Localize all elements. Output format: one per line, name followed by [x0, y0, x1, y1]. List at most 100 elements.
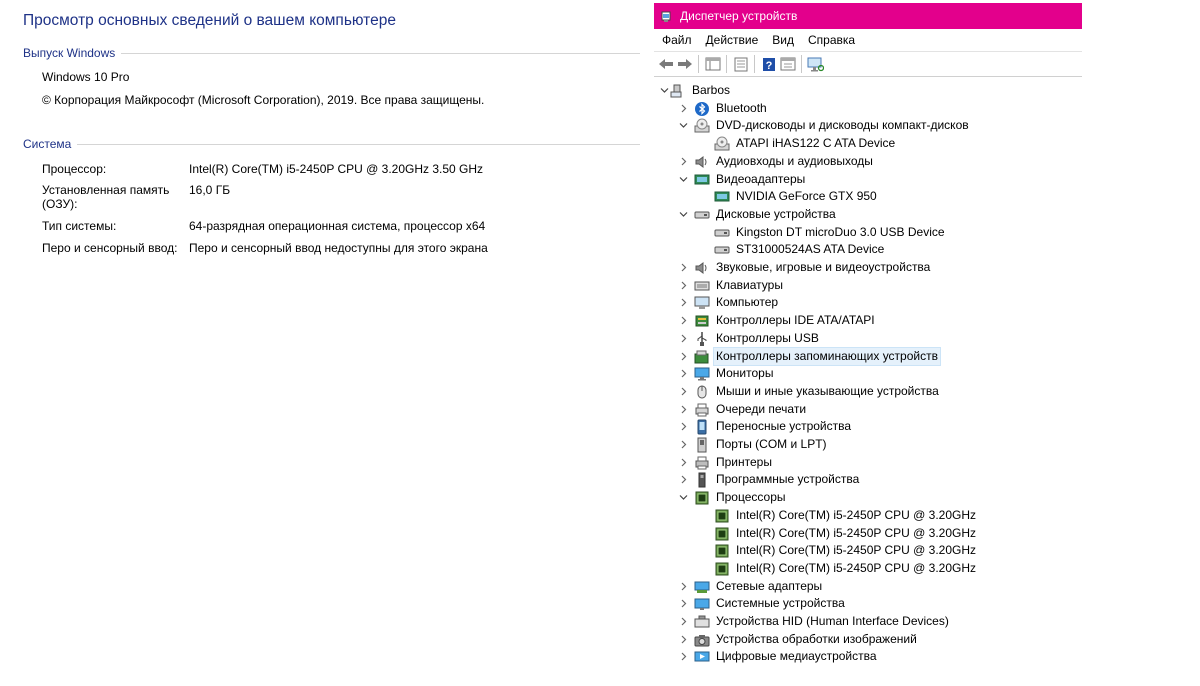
tree-device[interactable]: NVIDIA GeForce GTX 950	[714, 188, 879, 205]
device-manager-icon	[660, 10, 672, 22]
tree-item-label: Контроллеры USB	[716, 331, 819, 345]
tree-item-label: Программные устройства	[716, 472, 860, 486]
properties-button[interactable]	[731, 55, 750, 74]
menu-help[interactable]: Справка	[801, 31, 862, 50]
tree-category[interactable]: Системные устройства	[677, 595, 847, 612]
system-device-icon	[694, 596, 710, 612]
menu-action[interactable]: Действие	[699, 31, 766, 50]
title-bar[interactable]: Диспетчер устройств	[654, 3, 1082, 29]
storage-controller-icon	[694, 349, 710, 365]
windows-edition: Windows 10 Pro	[42, 70, 130, 84]
tree-root[interactable]: Barbos	[658, 82, 732, 99]
tree-device[interactable]: Kingston DT microDuo 3.0 USB Device	[714, 224, 947, 241]
view-button[interactable]	[778, 55, 797, 74]
tree-category[interactable]: Переносные устройства	[677, 418, 853, 435]
hid-icon	[694, 614, 710, 630]
chevron-down-icon[interactable]	[677, 117, 689, 134]
tree-device[interactable]: Intel(R) Core(TM) i5-2450P CPU @ 3.20GHz	[714, 507, 978, 524]
chevron-down-icon[interactable]	[677, 171, 689, 188]
tree-category[interactable]: Компьютер	[677, 294, 780, 311]
back-button[interactable]	[656, 55, 675, 74]
portable-device-icon	[694, 419, 710, 435]
tree-item-label: Звуковые, игровые и видеоустройства	[716, 260, 931, 274]
tree-category[interactable]: Контроллеры запоминающих устройств	[677, 347, 941, 366]
tree-category[interactable]: Bluetooth	[677, 100, 769, 117]
pen-touch-label: Перо и сенсорный ввод:	[42, 241, 178, 255]
chevron-right-icon[interactable]	[677, 613, 689, 630]
tree-device[interactable]: ATAPI iHAS122 C ATA Device	[714, 135, 897, 152]
toolbar-separator	[698, 55, 699, 73]
tree-item-label: Компьютер	[716, 295, 779, 309]
chevron-right-icon[interactable]	[677, 365, 689, 382]
chevron-right-icon[interactable]	[677, 100, 689, 117]
tree-item-label: Устройства обработки изображений	[716, 632, 917, 646]
system-type-label: Тип системы:	[42, 219, 117, 233]
chevron-right-icon[interactable]	[677, 454, 689, 471]
chevron-right-icon[interactable]	[677, 418, 689, 435]
chevron-right-icon[interactable]	[677, 436, 689, 453]
disk-drive-icon	[714, 242, 730, 258]
console-tree-button[interactable]	[703, 55, 722, 74]
tree-category[interactable]: Цифровые медиаустройства	[677, 648, 879, 665]
back-arrow-icon	[658, 59, 673, 69]
tree-device[interactable]: ST31000524AS ATA Device	[714, 241, 886, 258]
chevron-down-icon[interactable]	[677, 206, 689, 223]
tree-category[interactable]: Клавиатуры	[677, 277, 785, 294]
chevron-right-icon[interactable]	[677, 383, 689, 400]
scan-hardware-button[interactable]	[806, 55, 825, 74]
usb-icon	[694, 331, 710, 347]
tree-category[interactable]: Видеоадаптеры	[677, 171, 807, 188]
chevron-down-icon[interactable]	[658, 82, 670, 99]
chevron-right-icon[interactable]	[677, 153, 689, 170]
processor-label: Процессор:	[42, 162, 107, 176]
tree-category[interactable]: Программные устройства	[677, 471, 861, 488]
menu-file[interactable]: Файл	[654, 31, 699, 50]
chevron-right-icon[interactable]	[677, 294, 689, 311]
chevron-right-icon[interactable]	[677, 348, 689, 365]
tree-category[interactable]: Принтеры	[677, 454, 774, 471]
ide-controller-icon	[694, 313, 710, 329]
chevron-right-icon[interactable]	[677, 648, 689, 665]
tree-device[interactable]: Intel(R) Core(TM) i5-2450P CPU @ 3.20GHz	[714, 542, 978, 559]
tree-category[interactable]: Мыши и иные указывающие устройства	[677, 383, 941, 400]
tree-item-label: Процессоры	[716, 490, 786, 504]
tree-category[interactable]: Очереди печати	[677, 401, 808, 418]
tree-item-label: Устройства HID (Human Interface Devices)	[716, 614, 949, 628]
chevron-right-icon[interactable]	[677, 631, 689, 648]
chevron-right-icon[interactable]	[677, 471, 689, 488]
menu-view[interactable]: Вид	[765, 31, 801, 50]
tree-device[interactable]: Intel(R) Core(TM) i5-2450P CPU @ 3.20GHz	[714, 525, 978, 542]
tree-item-label: Клавиатуры	[716, 278, 783, 292]
tree-item-label: Цифровые медиаустройства	[716, 649, 877, 663]
tree-category[interactable]: DVD-дисководы и дисководы компакт-дисков	[677, 117, 971, 134]
tree-category[interactable]: Мониторы	[677, 365, 775, 382]
camera-icon	[694, 632, 710, 648]
chevron-right-icon[interactable]	[677, 312, 689, 329]
tree-category[interactable]: Порты (COM и LPT)	[677, 436, 829, 453]
chevron-right-icon[interactable]	[677, 259, 689, 276]
chevron-right-icon[interactable]	[677, 578, 689, 595]
tree-category[interactable]: Дисковые устройства	[677, 206, 838, 223]
chevron-right-icon[interactable]	[677, 277, 689, 294]
tree-category[interactable]: Процессоры	[677, 489, 788, 506]
tree-category[interactable]: Сетевые адаптеры	[677, 578, 824, 595]
tree-category[interactable]: Устройства HID (Human Interface Devices)	[677, 613, 951, 630]
tree-category[interactable]: Контроллеры USB	[677, 330, 821, 347]
chevron-right-icon[interactable]	[677, 401, 689, 418]
tree-item-label: Мыши и иные указывающие устройства	[716, 384, 939, 398]
disk-drive-icon	[694, 207, 710, 223]
tree-device[interactable]: Intel(R) Core(TM) i5-2450P CPU @ 3.20GHz	[714, 560, 978, 577]
device-manager-window: Диспетчер устройств Файл Действие Вид Сп…	[654, 0, 1082, 686]
help-button[interactable]: ?	[759, 55, 778, 74]
chevron-right-icon[interactable]	[677, 330, 689, 347]
tree-item-label: Мониторы	[716, 366, 774, 380]
tree-category[interactable]: Устройства обработки изображений	[677, 631, 919, 648]
disk-drive-icon	[714, 225, 730, 241]
copyright-text: © Корпорация Майкрософт (Microsoft Corpo…	[42, 93, 485, 107]
chevron-right-icon[interactable]	[677, 595, 689, 612]
forward-button[interactable]	[675, 55, 694, 74]
tree-category[interactable]: Аудиовходы и аудиовыходы	[677, 153, 875, 170]
tree-category[interactable]: Звуковые, игровые и видеоустройства	[677, 259, 932, 276]
chevron-down-icon[interactable]	[677, 489, 689, 506]
tree-category[interactable]: Контроллеры IDE ATA/ATAPI	[677, 312, 877, 329]
